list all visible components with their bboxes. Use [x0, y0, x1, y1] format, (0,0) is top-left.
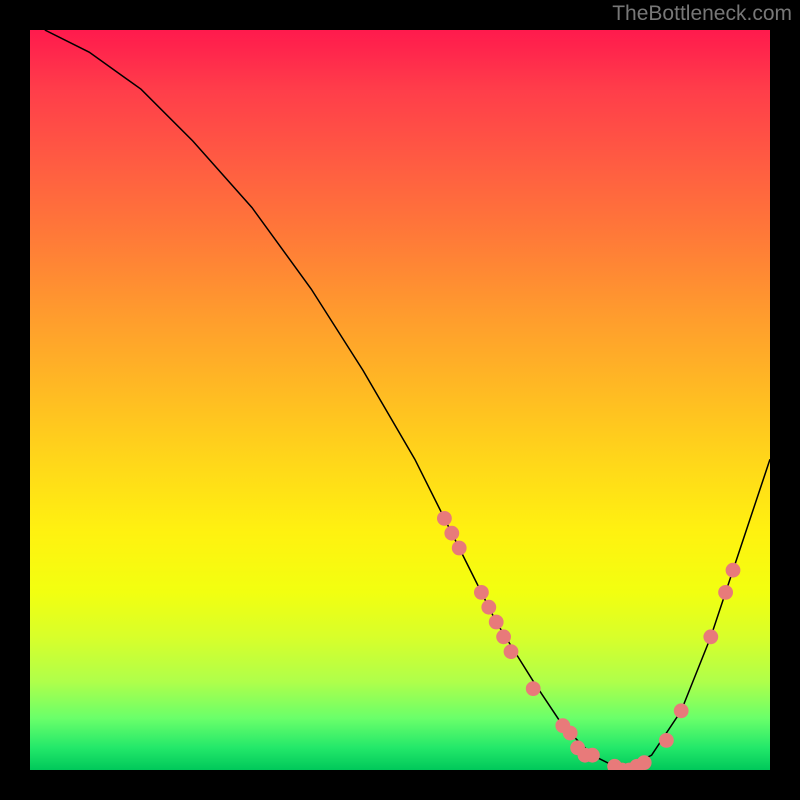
marker-dot [674, 703, 689, 718]
marker-dot [726, 563, 741, 578]
chart-container: TheBottleneck.com [0, 0, 800, 800]
marker-dot [444, 526, 459, 541]
curve-markers [437, 511, 740, 770]
marker-dot [437, 511, 452, 526]
marker-dot [489, 615, 504, 630]
marker-dot [452, 541, 467, 556]
marker-dot [585, 748, 600, 763]
marker-dot [504, 644, 519, 659]
marker-dot [496, 629, 511, 644]
plot-area [30, 30, 770, 770]
marker-dot [563, 726, 578, 741]
marker-dot [718, 585, 733, 600]
marker-dot [703, 629, 718, 644]
marker-dot [526, 681, 541, 696]
marker-dot [659, 733, 674, 748]
watermark-text: TheBottleneck.com [612, 2, 792, 26]
bottleneck-curve [45, 30, 770, 770]
marker-dot [481, 600, 496, 615]
chart-svg [30, 30, 770, 770]
marker-dot [474, 585, 489, 600]
marker-dot [637, 755, 652, 770]
